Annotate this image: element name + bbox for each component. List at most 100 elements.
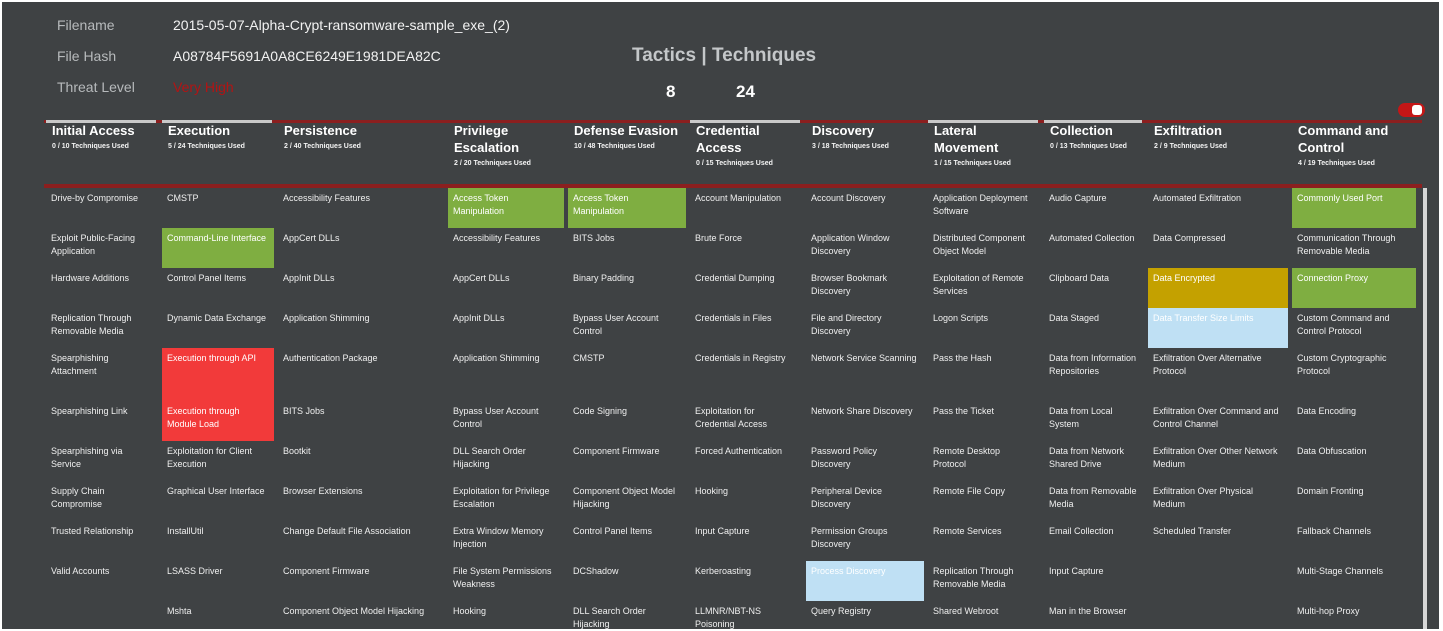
technique-cell[interactable]: Extra Window Memory Injection: [448, 521, 564, 561]
technique-cell[interactable]: Dynamic Data Exchange: [162, 308, 274, 348]
tactic-header[interactable]: Exfiltration 2 / 9 Techniques Used: [1154, 122, 1288, 180]
technique-cell[interactable]: Spearphishing via Service: [46, 441, 158, 481]
tactic-header[interactable]: Lateral Movement 1 / 15 Techniques Used: [934, 122, 1040, 180]
technique-cell[interactable]: Account Manipulation: [690, 188, 802, 228]
technique-cell[interactable]: Component Firmware: [568, 441, 686, 481]
technique-cell[interactable]: Authentication Package: [278, 348, 444, 401]
tactic-header[interactable]: Defense Evasion 10 / 48 Techniques Used: [574, 122, 686, 180]
tactic-header[interactable]: Discovery 3 / 18 Techniques Used: [812, 122, 924, 180]
tactic-header[interactable]: Credential Access 0 / 15 Techniques Used: [696, 122, 802, 180]
technique-cell[interactable]: Component Object Model Hijacking: [278, 601, 444, 629]
technique-cell[interactable]: Data Staged: [1044, 308, 1144, 348]
technique-cell[interactable]: LSASS Driver: [162, 561, 274, 601]
technique-cell[interactable]: CMSTP: [568, 348, 686, 401]
tactic-header[interactable]: Command and Control 4 / 19 Techniques Use…: [1298, 122, 1416, 180]
technique-cell[interactable]: AppCert DLLs: [448, 268, 564, 308]
technique-cell[interactable]: Clipboard Data: [1044, 268, 1144, 308]
technique-cell[interactable]: Kerberoasting: [690, 561, 802, 601]
technique-cell[interactable]: Data from Local System: [1044, 401, 1144, 441]
technique-cell[interactable]: Distributed Component Object Model: [928, 228, 1040, 268]
technique-cell[interactable]: Query Registry: [806, 601, 924, 629]
technique-cell[interactable]: Hooking: [448, 601, 564, 629]
technique-cell[interactable]: Data Encoding: [1292, 401, 1416, 441]
technique-cell[interactable]: Mshta: [162, 601, 274, 629]
technique-cell[interactable]: Remote Services: [928, 521, 1040, 561]
technique-cell[interactable]: Scheduled Transfer: [1148, 521, 1288, 561]
technique-cell[interactable]: Graphical User Interface: [162, 481, 274, 521]
tactic-header[interactable]: Persistence 2 / 40 Techniques Used: [284, 122, 444, 180]
technique-cell[interactable]: AppInit DLLs: [448, 308, 564, 348]
technique-cell[interactable]: Data from Network Shared Drive: [1044, 441, 1144, 481]
technique-cell-detected[interactable]: Commonly Used Port: [1292, 188, 1416, 228]
technique-cell[interactable]: Automated Collection: [1044, 228, 1144, 268]
technique-cell[interactable]: InstallUtil: [162, 521, 274, 561]
technique-cell[interactable]: DCShadow: [568, 561, 686, 601]
technique-cell[interactable]: Exploitation for Privilege Escalation: [448, 481, 564, 521]
technique-cell-detected[interactable]: Data Transfer Size Limits: [1148, 308, 1288, 348]
technique-cell-detected[interactable]: Access Token Manipulation: [568, 188, 686, 228]
technique-cell[interactable]: Permission Groups Discovery: [806, 521, 924, 561]
technique-cell[interactable]: Peripheral Device Discovery: [806, 481, 924, 521]
technique-cell[interactable]: Supply Chain Compromise: [46, 481, 158, 521]
technique-cell[interactable]: Replication Through Removable Media: [928, 561, 1040, 601]
technique-cell[interactable]: Credentials in Files: [690, 308, 802, 348]
technique-cell[interactable]: Exfiltration Over Command and Control Ch…: [1148, 401, 1288, 441]
technique-cell[interactable]: Custom Cryptographic Protocol: [1292, 348, 1416, 401]
technique-cell[interactable]: Credential Dumping: [690, 268, 802, 308]
technique-cell[interactable]: Input Capture: [1044, 561, 1144, 601]
technique-cell[interactable]: Data from Removable Media: [1044, 481, 1144, 521]
technique-cell[interactable]: Accessibility Features: [278, 188, 444, 228]
tactic-header[interactable]: Collection 0 / 13 Techniques Used: [1050, 122, 1144, 180]
technique-cell[interactable]: Data Obfuscation: [1292, 441, 1416, 481]
technique-cell[interactable]: LLMNR/NBT-NS Poisoning: [690, 601, 802, 629]
technique-cell[interactable]: Data from Information Repositories: [1044, 348, 1144, 401]
technique-cell[interactable]: AppInit DLLs: [278, 268, 444, 308]
tactic-header[interactable]: Privilege Escalation 2 / 20 Techniques Us…: [454, 122, 564, 180]
technique-cell[interactable]: Brute Force: [690, 228, 802, 268]
technique-cell[interactable]: Exploitation for Client Execution: [162, 441, 274, 481]
technique-cell[interactable]: Bypass User Account Control: [448, 401, 564, 441]
technique-cell[interactable]: DLL Search Order Hijacking: [568, 601, 686, 629]
technique-cell[interactable]: File System Permissions Weakness: [448, 561, 564, 601]
technique-cell[interactable]: AppCert DLLs: [278, 228, 444, 268]
technique-cell[interactable]: Browser Extensions: [278, 481, 444, 521]
technique-cell[interactable]: Fallback Channels: [1292, 521, 1416, 561]
technique-cell[interactable]: Account Discovery: [806, 188, 924, 228]
technique-cell[interactable]: Component Firmware: [278, 561, 444, 601]
technique-cell[interactable]: Replication Through Removable Media: [46, 308, 158, 348]
technique-cell[interactable]: Logon Scripts: [928, 308, 1040, 348]
technique-cell[interactable]: Application Shimming: [278, 308, 444, 348]
technique-cell[interactable]: Binary Padding: [568, 268, 686, 308]
technique-cell[interactable]: BITS Jobs: [278, 401, 444, 441]
technique-cell[interactable]: Multi-Stage Channels: [1292, 561, 1416, 601]
technique-cell-detected[interactable]: Execution through API: [162, 348, 274, 401]
technique-cell[interactable]: Exfiltration Over Physical Medium: [1148, 481, 1288, 521]
technique-cell[interactable]: Pass the Hash: [928, 348, 1040, 401]
technique-cell[interactable]: DLL Search Order Hijacking: [448, 441, 564, 481]
technique-cell[interactable]: Forced Authentication: [690, 441, 802, 481]
technique-cell[interactable]: Valid Accounts: [46, 561, 158, 601]
technique-cell[interactable]: Browser Bookmark Discovery: [806, 268, 924, 308]
technique-cell[interactable]: Application Shimming: [448, 348, 564, 401]
tactic-header[interactable]: Initial Access 0 / 10 Techniques Used: [52, 122, 158, 180]
technique-cell[interactable]: Hardware Additions: [46, 268, 158, 308]
tactic-header[interactable]: Execution 5 / 24 Techniques Used: [168, 122, 274, 180]
technique-cell[interactable]: Code Signing: [568, 401, 686, 441]
technique-cell[interactable]: Control Panel Items: [568, 521, 686, 561]
technique-cell[interactable]: Application Window Discovery: [806, 228, 924, 268]
technique-cell[interactable]: Data Compressed: [1148, 228, 1288, 268]
technique-cell[interactable]: Remote Desktop Protocol: [928, 441, 1040, 481]
technique-cell[interactable]: Communication Through Removable Media: [1292, 228, 1416, 268]
technique-cell[interactable]: Domain Fronting: [1292, 481, 1416, 521]
technique-cell-detected[interactable]: Process Discovery: [806, 561, 924, 601]
technique-cell[interactable]: BITS Jobs: [568, 228, 686, 268]
technique-cell[interactable]: Automated Exfiltration: [1148, 188, 1288, 228]
technique-cell[interactable]: Man in the Browser: [1044, 601, 1144, 629]
technique-cell[interactable]: Change Default File Association: [278, 521, 444, 561]
technique-cell-detected[interactable]: Execution through Module Load: [162, 401, 274, 441]
technique-cell[interactable]: Drive-by Compromise: [46, 188, 158, 228]
technique-cell[interactable]: Email Collection: [1044, 521, 1144, 561]
technique-cell[interactable]: Remote File Copy: [928, 481, 1040, 521]
technique-cell[interactable]: Multi-hop Proxy: [1292, 601, 1416, 629]
technique-cell-detected[interactable]: Access Token Manipulation: [448, 188, 564, 228]
